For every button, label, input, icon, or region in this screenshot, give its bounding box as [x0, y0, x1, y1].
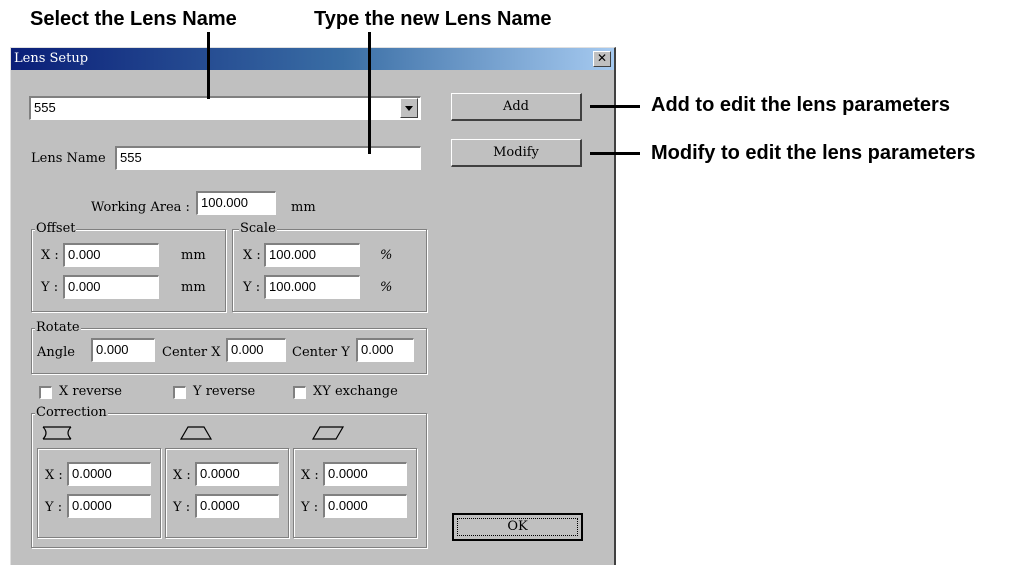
- offset-x-input[interactable]: 0.000: [63, 243, 159, 267]
- callout-select-lens: Select the Lens Name: [30, 8, 237, 30]
- modify-button-label: Modify: [493, 145, 539, 160]
- offset-group-title: Offset: [35, 221, 77, 236]
- modify-pointer-line: [590, 152, 640, 155]
- rotate-group-title: Rotate: [35, 320, 81, 335]
- correction-1-y-label: Y :: [45, 500, 63, 515]
- scale-x-unit: %: [380, 248, 393, 263]
- dialog-titlebar[interactable]: Lens Setup ✕: [11, 48, 614, 70]
- scale-group-title: Scale: [239, 221, 277, 236]
- modify-button[interactable]: Modify: [451, 139, 582, 167]
- offset-y-label: Y :: [41, 280, 59, 295]
- correction-3-x-value: 0.0000: [328, 466, 368, 481]
- offset-y-value: 0.000: [68, 279, 101, 294]
- correction-1-x-value: 0.0000: [72, 466, 112, 481]
- correction-3-y-input[interactable]: 0.0000: [323, 494, 407, 518]
- scale-y-value: 100.000: [269, 279, 316, 294]
- lens-select-dropdown[interactable]: 555: [29, 96, 421, 120]
- working-area-input[interactable]: 100.000: [196, 191, 276, 215]
- correction-3-x-input[interactable]: 0.0000: [323, 462, 407, 486]
- offset-group: [31, 229, 226, 312]
- x-reverse-checkbox[interactable]: [39, 386, 52, 399]
- chevron-down-icon[interactable]: [400, 98, 418, 118]
- callout-type-lens: Type the new Lens Name: [314, 8, 552, 30]
- correction-2-x-label: X :: [173, 468, 191, 483]
- offset-y-input[interactable]: 0.000: [63, 275, 159, 299]
- rotate-center-y-input[interactable]: 0.000: [356, 338, 414, 362]
- scale-group: [232, 229, 427, 312]
- xy-exchange-label: XY exchange: [313, 384, 398, 399]
- rotate-angle-value: 0.000: [96, 342, 129, 357]
- correction-2-y-label: Y :: [173, 500, 191, 515]
- offset-y-unit: mm: [181, 280, 206, 295]
- y-reverse-label: Y reverse: [193, 384, 256, 399]
- ok-button-label: OK: [507, 519, 528, 534]
- offset-x-label: X :: [41, 248, 59, 263]
- scale-y-input[interactable]: 100.000: [264, 275, 360, 299]
- callout-add-note: Add to edit the lens parameters: [651, 94, 950, 116]
- y-reverse-checkbox[interactable]: [173, 386, 186, 399]
- xy-exchange-checkbox[interactable]: [293, 386, 306, 399]
- offset-x-unit: mm: [181, 248, 206, 263]
- lens-name-value: 555: [120, 150, 142, 165]
- add-pointer-line: [590, 105, 640, 108]
- working-area-unit: mm: [291, 200, 316, 215]
- working-area-label: Working Area :: [91, 200, 190, 215]
- ok-button[interactable]: OK: [452, 513, 583, 541]
- scale-x-input[interactable]: 100.000: [264, 243, 360, 267]
- rotate-angle-label: Angle: [37, 345, 75, 360]
- correction-1-x-label: X :: [45, 468, 63, 483]
- close-button[interactable]: ✕: [593, 51, 611, 67]
- scale-x-value: 100.000: [269, 247, 316, 262]
- parallelogram-icon: [311, 426, 345, 440]
- correction-1-y-input[interactable]: 0.0000: [67, 494, 151, 518]
- correction-2-x-value: 0.0000: [200, 466, 240, 481]
- x-reverse-label: X reverse: [59, 384, 122, 399]
- callout-modify-note: Modify to edit the lens parameters: [651, 142, 976, 164]
- correction-group-title: Correction: [35, 405, 108, 420]
- lens-name-input[interactable]: 555: [115, 146, 421, 170]
- select-lens-pointer-line: [207, 32, 210, 99]
- correction-3-y-label: Y :: [301, 500, 319, 515]
- trapezoid-icon: [179, 426, 213, 440]
- add-button-label: Add: [502, 99, 530, 114]
- scale-x-label: X :: [243, 248, 261, 263]
- rotate-center-x-input[interactable]: 0.000: [226, 338, 286, 362]
- type-lens-pointer-line: [368, 32, 371, 154]
- close-icon: ✕: [596, 51, 608, 65]
- correction-1-y-value: 0.0000: [72, 498, 112, 513]
- dialog-title: Lens Setup: [14, 51, 89, 66]
- correction-2-x-input[interactable]: 0.0000: [195, 462, 279, 486]
- working-area-value: 100.000: [201, 195, 248, 210]
- add-button[interactable]: Add: [451, 93, 582, 121]
- correction-1-x-input[interactable]: 0.0000: [67, 462, 151, 486]
- rotate-angle-input[interactable]: 0.000: [91, 338, 155, 362]
- correction-2-y-input[interactable]: 0.0000: [195, 494, 279, 518]
- rotate-center-y-value: 0.000: [361, 342, 394, 357]
- scale-y-unit: %: [380, 280, 393, 295]
- correction-3-x-label: X :: [301, 468, 319, 483]
- lens-name-label: Lens Name: [31, 151, 106, 166]
- offset-x-value: 0.000: [68, 247, 101, 262]
- lens-select-value: 555: [34, 100, 56, 115]
- rotate-center-x-value: 0.000: [231, 342, 264, 357]
- rotate-center-x-label: Center X: [162, 345, 221, 360]
- correction-2-y-value: 0.0000: [200, 498, 240, 513]
- rotate-center-y-label: Center Y: [292, 345, 350, 360]
- correction-3-y-value: 0.0000: [328, 498, 368, 513]
- pincushion-icon: [42, 426, 72, 440]
- scale-y-label: Y :: [243, 280, 261, 295]
- lens-setup-dialog: Lens Setup ✕ 555 Add Modify Lens Name 55…: [10, 47, 616, 565]
